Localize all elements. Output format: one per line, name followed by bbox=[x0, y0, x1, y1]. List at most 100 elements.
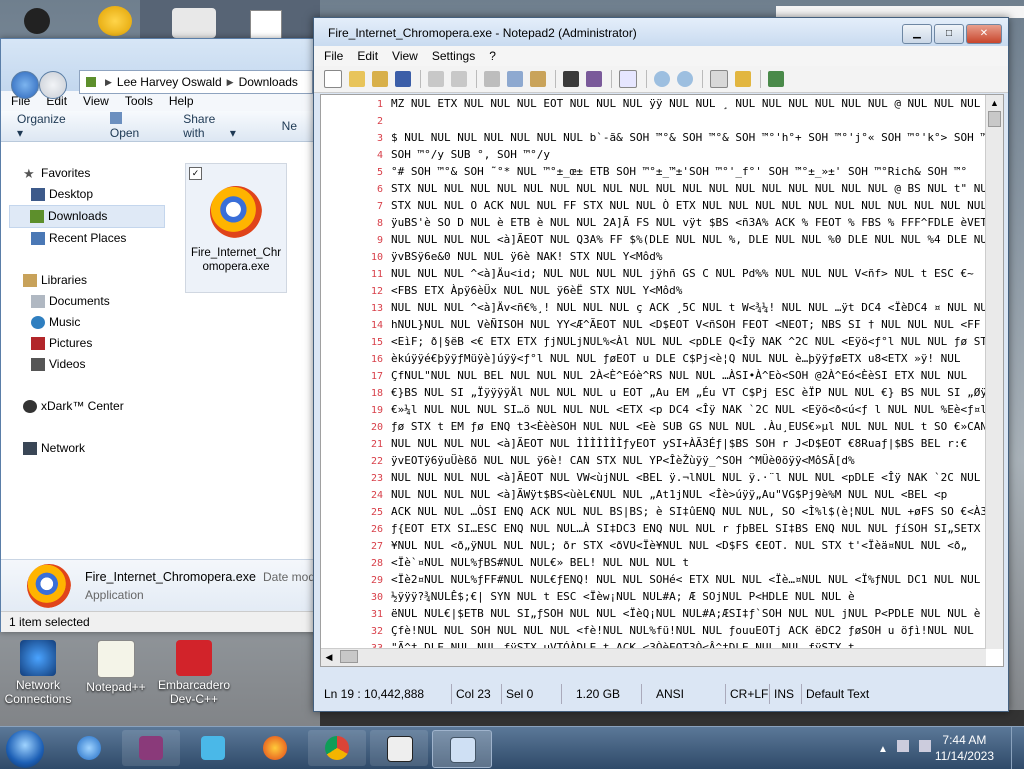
share-with-button[interactable]: Share with ▾ bbox=[183, 112, 259, 140]
editor-line[interactable]: 5 °# SOH ™°& SOH ˜°* NUL ™°±_œ± ETB SOH ™… bbox=[321, 163, 1003, 180]
menu-edit[interactable]: Edit bbox=[357, 49, 378, 63]
editor-line[interactable]: 28 <Ïè`¤NUL NUL%ƒBS#NUL NUL€» BEL! NUL NU… bbox=[321, 554, 1003, 571]
zoom-out-icon[interactable] bbox=[677, 71, 693, 87]
editor-line[interactable]: 1 MZ NUL ETX NUL NUL NUL EOT NUL NUL NUL … bbox=[321, 95, 1003, 112]
tray-chevron-icon[interactable]: ▲ bbox=[878, 744, 888, 755]
taskbar-media[interactable] bbox=[184, 730, 242, 766]
exit-icon[interactable] bbox=[768, 71, 784, 87]
editor-line[interactable]: 11 NUL NUL NUL ^<à]Äu<id; NUL NUL NUL NUL… bbox=[321, 265, 1003, 282]
taskbar-clock[interactable]: 7:44 AM 11/14/2023 bbox=[935, 732, 994, 764]
editor-line[interactable]: 2 bbox=[321, 112, 1003, 129]
editor-line[interactable]: 29 <Ïè2¤NUL NUL%ƒFF#NUL NUL€ƒENQ! NUL NUL… bbox=[321, 571, 1003, 588]
new-folder-button[interactable]: Ne bbox=[282, 119, 297, 133]
text-editor[interactable]: 1 MZ NUL ETX NUL NUL NUL EOT NUL NUL NUL … bbox=[320, 94, 1004, 667]
paste-icon[interactable] bbox=[530, 71, 546, 87]
scroll-left-icon[interactable]: ◀ bbox=[321, 652, 337, 663]
nav-downloads[interactable]: Downloads bbox=[9, 205, 165, 228]
redo-icon[interactable] bbox=[451, 71, 467, 87]
editor-line[interactable]: 8 ÿuBS'è SO D NUL è ETB è NUL NUL 2A]Ã FS… bbox=[321, 214, 1003, 231]
menu-help[interactable]: ? bbox=[489, 49, 496, 63]
editor-line[interactable]: 23 NUL NUL NUL NUL <à]ÃEOT NUL VW<ùjNUL <… bbox=[321, 469, 1003, 486]
editor-line[interactable]: 9 NUL NUL NUL NUL <à]ÃEOT NUL Q3A% FF $%(… bbox=[321, 231, 1003, 248]
editor-line[interactable]: 17 ÇfNUL"NUL NUL BEL NUL NUL NUL 2À<È^Eóè… bbox=[321, 367, 1003, 384]
editor-line[interactable]: 30 ½ÿÿÿ?¾NULÊ$;€| SYN NUL t ESC <Ïèw¡NUL … bbox=[321, 588, 1003, 605]
editor-line[interactable]: 7 STX NUL NUL O ACK NUL NUL FF STX NUL NU… bbox=[321, 197, 1003, 214]
scheme-icon[interactable] bbox=[710, 70, 728, 88]
new-file-icon[interactable] bbox=[324, 70, 342, 88]
show-desktop-button[interactable] bbox=[1011, 727, 1024, 769]
taskbar-firefox[interactable] bbox=[246, 730, 304, 766]
editor-line[interactable]: 13 NUL NUL NUL ^<à]Äv<ñ€%¸! NUL NUL NUL ç… bbox=[321, 299, 1003, 316]
taskbar-chrome[interactable] bbox=[308, 730, 366, 766]
editor-line[interactable]: 10 ÿvBSÿ6e&0 NUL NUL ÿ6è NAK! STX NUL Y<M… bbox=[321, 248, 1003, 265]
editor-line[interactable]: 3 $ NUL NUL NUL NUL NUL NUL NUL b`-ã& SOH… bbox=[321, 129, 1003, 146]
undo-icon[interactable] bbox=[428, 71, 444, 87]
tray-volume-icon[interactable] bbox=[918, 740, 931, 752]
editor-line[interactable]: 4 SOH ™°/y SUB °, SOH ™°/y bbox=[321, 146, 1003, 163]
editor-line[interactable]: 20 ƒø STX t EM ƒø ENQ t3<ÈèèSOH NUL NUL <… bbox=[321, 418, 1003, 435]
editor-line[interactable]: 27 ¥NUL NUL <ð„ÿNUL NUL NUL; ðr STX <ðVU<… bbox=[321, 537, 1003, 554]
taskbar-archive[interactable] bbox=[122, 730, 180, 766]
menu-tools[interactable]: Tools bbox=[125, 94, 153, 108]
editor-line[interactable]: 22 ÿvEOTÿ6ÿuÜèßõ NUL NUL ÿ6è! CAN STX NUL… bbox=[321, 452, 1003, 469]
editor-line[interactable]: 26 ƒ{EOT ETX SI…ESC ENQ NUL NUL…À SI‡DC3 … bbox=[321, 520, 1003, 537]
desktop-icon-notepadpp[interactable]: Notepad++ bbox=[80, 640, 152, 694]
replace-icon[interactable] bbox=[586, 71, 602, 87]
editor-line[interactable]: 15 <EìF; ð|§ëB <€ ETX ETX ƒjNULjNUL%<Àl N… bbox=[321, 333, 1003, 350]
desktop-icon-top-3[interactable] bbox=[172, 8, 216, 38]
customize-icon[interactable] bbox=[735, 71, 751, 87]
open-button[interactable]: Open bbox=[109, 112, 161, 140]
editor-line[interactable]: 12 <FBS ETX Àpÿ6èÜx NUL NUL ÿ6èË STX NUL … bbox=[321, 282, 1003, 299]
vertical-scrollbar[interactable]: ▲ bbox=[985, 95, 1003, 649]
nav-network[interactable]: Network bbox=[1, 438, 169, 459]
editor-line[interactable]: 18 €}BS NUL SI „ÏÿÿÿÿÄl NUL NUL NUL u EOT… bbox=[321, 384, 1003, 401]
minimize-button[interactable]: ▁ bbox=[902, 24, 932, 44]
cut-icon[interactable] bbox=[484, 71, 500, 87]
nav-xdark-center[interactable]: xDark™ Center bbox=[1, 396, 169, 417]
editor-line[interactable]: 21 NUL NUL NUL NUL <à]ÃEOT NUL ÌÌÌÌÌÌÌƒyE… bbox=[321, 435, 1003, 452]
taskbar-7zip[interactable] bbox=[370, 730, 428, 766]
taskbar-notepad2[interactable] bbox=[432, 730, 492, 768]
menu-settings[interactable]: Settings bbox=[432, 49, 475, 63]
back-button[interactable] bbox=[11, 71, 39, 99]
nav-desktop[interactable]: Desktop bbox=[1, 184, 169, 205]
taskbar-ie[interactable] bbox=[60, 730, 118, 766]
editor-line[interactable]: 24 NUL NUL NUL NUL <à]ÃWÿt$BS<ùèL€NUL NUL… bbox=[321, 486, 1003, 503]
editor-line[interactable]: 19 €»¼l NUL NUL NUL SI…ö NUL NUL NUL <ETX… bbox=[321, 401, 1003, 418]
forward-button[interactable] bbox=[39, 71, 67, 99]
editor-line[interactable]: 32 Çfè!NUL NUL SOH NUL NUL NUL <fè!NUL NU… bbox=[321, 622, 1003, 639]
open-folder-icon[interactable] bbox=[349, 71, 365, 87]
editor-line[interactable]: 14 hNUL}NUL NUL VèÑISOH NUL YY<Æ^ÃEOT NUL… bbox=[321, 316, 1003, 333]
breadcrumb-item[interactable]: Lee Harvey Oswald bbox=[117, 75, 222, 89]
nav-libraries[interactable]: Libraries bbox=[1, 270, 169, 291]
desktop-icon-devcpp[interactable]: Embarcadero Dev-C++ bbox=[158, 640, 230, 706]
menu-help[interactable]: Help bbox=[169, 94, 194, 108]
checkbox-icon[interactable]: ✓ bbox=[189, 167, 202, 180]
nav-documents[interactable]: Documents bbox=[1, 291, 169, 312]
maximize-button[interactable]: □ bbox=[934, 24, 964, 44]
menu-file[interactable]: File bbox=[324, 49, 343, 63]
nav-pictures[interactable]: Pictures bbox=[1, 333, 169, 354]
zoom-in-icon[interactable] bbox=[654, 71, 670, 87]
file-item[interactable]: ✓ Fire_Internet_Chr omopera.exe bbox=[185, 163, 287, 293]
organize-button[interactable]: Organize ▾ bbox=[17, 112, 88, 140]
close-button[interactable]: ✕ bbox=[966, 24, 1002, 44]
nav-recent-places[interactable]: Recent Places bbox=[1, 228, 169, 249]
scroll-up-icon[interactable]: ▲ bbox=[986, 95, 1003, 111]
nav-music[interactable]: Music bbox=[1, 312, 169, 333]
browse-icon[interactable] bbox=[372, 71, 388, 87]
nav-favorites[interactable]: ★ Favorites bbox=[1, 163, 169, 184]
tray-network-icon[interactable] bbox=[897, 740, 910, 752]
copy-icon[interactable] bbox=[507, 71, 523, 87]
horizontal-scrollbar[interactable]: ◀ bbox=[321, 648, 986, 666]
desktop-icon-network-connections[interactable]: Network Connections bbox=[2, 640, 74, 706]
word-wrap-icon[interactable] bbox=[619, 70, 637, 88]
breadcrumb-item[interactable]: Downloads bbox=[239, 75, 298, 89]
desktop-icon-top-2[interactable] bbox=[98, 6, 132, 36]
scroll-thumb[interactable] bbox=[988, 111, 1001, 127]
desktop-icon-top-1[interactable] bbox=[24, 8, 50, 34]
breadcrumb[interactable]: ▶ Lee Harvey Oswald ▶ Downloads bbox=[79, 70, 313, 94]
save-icon[interactable] bbox=[395, 71, 411, 87]
start-button[interactable] bbox=[6, 730, 44, 768]
menu-view[interactable]: View bbox=[392, 49, 418, 63]
